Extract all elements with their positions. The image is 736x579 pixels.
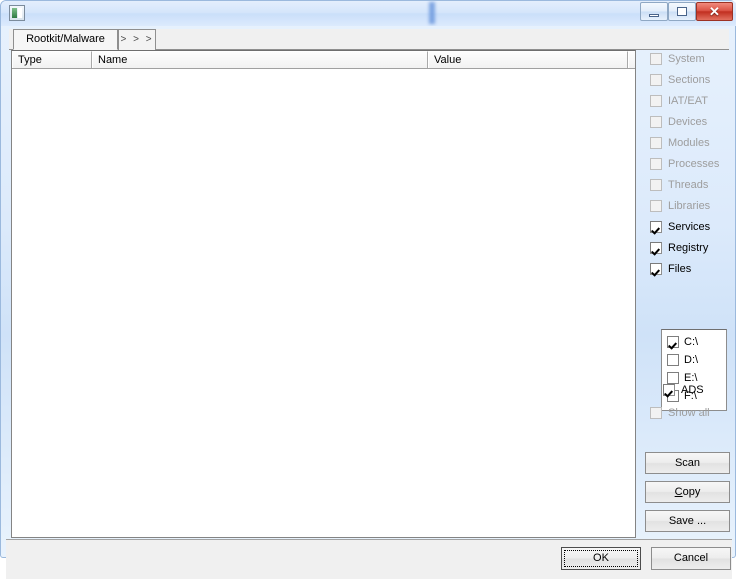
ok-button[interactable]: OK bbox=[561, 547, 641, 570]
checkbox-box-services[interactable] bbox=[650, 221, 662, 233]
list-column-header: Type Name Value bbox=[12, 51, 635, 69]
drive-label-d: D:\ bbox=[684, 354, 699, 366]
list-rows-container[interactable] bbox=[12, 69, 635, 537]
checkbox-box-threads bbox=[650, 179, 662, 191]
checkbox-box-files[interactable] bbox=[650, 263, 662, 275]
copy-button-accel: C bbox=[674, 486, 683, 498]
checkbox-label-modules: Modules bbox=[668, 137, 710, 149]
scan-button[interactable]: Scan bbox=[645, 452, 730, 474]
checkbox-box-system bbox=[650, 53, 662, 65]
checkbox-box-iat-eat bbox=[650, 95, 662, 107]
copy-button-rest: opy bbox=[682, 486, 701, 498]
column-header-name[interactable]: Name bbox=[92, 51, 428, 68]
scan-options-panel: System Sections IAT/EAT Devices Modules … bbox=[642, 50, 732, 538]
checkbox-label-threads: Threads bbox=[668, 179, 709, 191]
checkbox-box-devices bbox=[650, 116, 662, 128]
checkbox-label-iat-eat: IAT/EAT bbox=[668, 95, 708, 107]
tab-rootkit-malware[interactable]: Rootkit/Malware bbox=[13, 29, 118, 50]
client-area: Rootkit/Malware > > > Type Name Value Syst… bbox=[6, 26, 732, 579]
checkbox-label-ads: ADS bbox=[681, 384, 704, 396]
checkbox-label-registry: Registry bbox=[668, 242, 709, 254]
application-window: ✕ Rootkit/Malware > > > Type Name Value Sy… bbox=[0, 0, 736, 579]
cancel-button[interactable]: Cancel bbox=[651, 547, 731, 570]
maximize-button[interactable] bbox=[668, 2, 696, 21]
checkbox-box-libraries bbox=[650, 200, 662, 212]
drive-label-c: C:\ bbox=[684, 336, 699, 348]
drive-selection-list[interactable]: C:\ D:\ E:\ F:\ bbox=[661, 329, 727, 411]
checkbox-box-processes bbox=[650, 158, 662, 170]
copy-button[interactable]: Copy bbox=[645, 481, 730, 503]
checkbox-box-modules bbox=[650, 137, 662, 149]
focus-ring bbox=[564, 550, 638, 567]
checkbox-label-show-all: Show all bbox=[668, 407, 710, 419]
dialog-footer: OK Cancel bbox=[6, 539, 732, 579]
checkbox-label-files: Files bbox=[668, 263, 692, 275]
column-header-value[interactable]: Value bbox=[428, 51, 628, 68]
checkbox-box-drive-e[interactable] bbox=[667, 372, 679, 384]
checkbox-label-sections: Sections bbox=[668, 74, 711, 86]
tab-more[interactable]: > > > bbox=[118, 29, 156, 50]
column-header-filler bbox=[628, 51, 635, 68]
checkbox-label-services: Services bbox=[668, 221, 711, 233]
tab-strip: Rootkit/Malware > > > bbox=[9, 29, 729, 50]
checkbox-box-drive-c[interactable] bbox=[667, 336, 679, 348]
checkbox-box-drive-d[interactable] bbox=[667, 354, 679, 366]
checkbox-box-sections bbox=[650, 74, 662, 86]
window-title bbox=[341, 4, 511, 22]
app-icon[interactable] bbox=[9, 5, 25, 21]
close-button[interactable]: ✕ bbox=[696, 2, 733, 21]
title-bar[interactable]: ✕ bbox=[1, 1, 736, 26]
checkbox-label-devices: Devices bbox=[668, 116, 708, 128]
save-button[interactable]: Save ... bbox=[645, 510, 730, 532]
checkbox-label-system: System bbox=[668, 53, 705, 65]
checkbox-box-show-all bbox=[650, 407, 662, 419]
results-list-view[interactable]: Type Name Value bbox=[11, 50, 636, 538]
title-redaction-mark bbox=[429, 2, 435, 24]
checkbox-box-registry[interactable] bbox=[650, 242, 662, 254]
minimize-button[interactable] bbox=[640, 2, 668, 21]
column-header-type[interactable]: Type bbox=[12, 51, 92, 68]
checkbox-label-processes: Processes bbox=[668, 158, 720, 170]
checkbox-box-ads[interactable] bbox=[663, 384, 675, 396]
checkbox-label-libraries: Libraries bbox=[668, 200, 711, 212]
